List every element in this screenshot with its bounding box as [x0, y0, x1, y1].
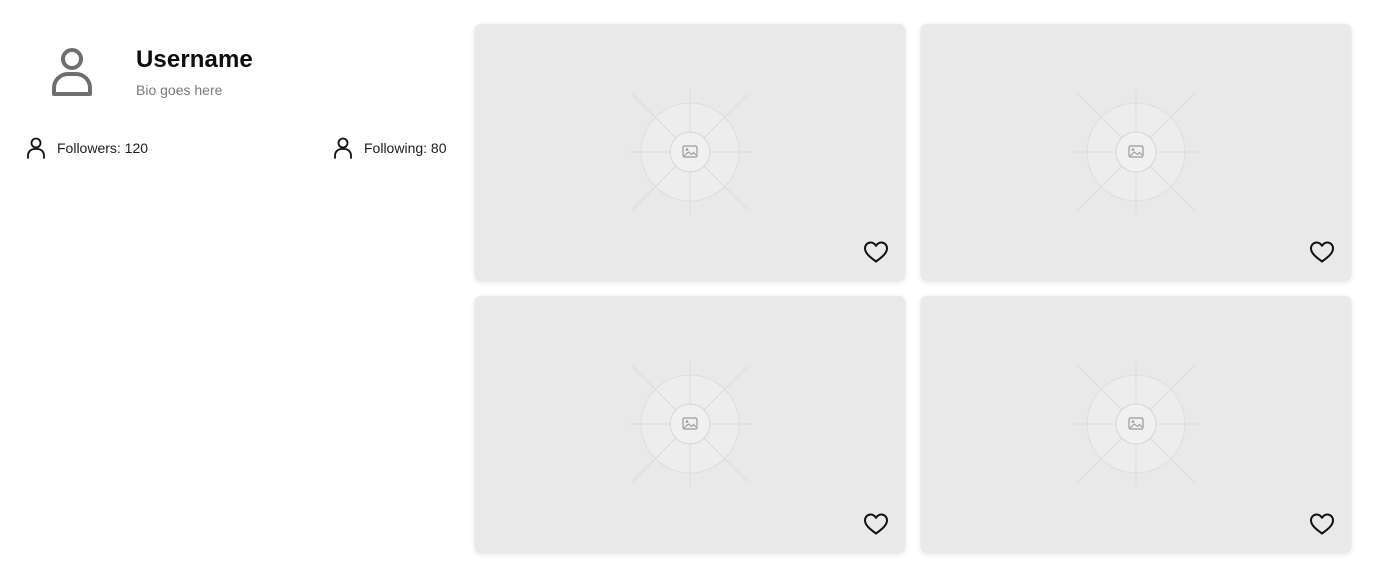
like-heart-icon[interactable]: [1309, 240, 1335, 264]
image-card[interactable]: [475, 296, 905, 552]
image-placeholder-icon: [620, 354, 760, 494]
image-placeholder-icon: [1066, 82, 1206, 222]
profile-panel: Username Bio goes here Followers: 120 Fo…: [0, 0, 470, 576]
image-card[interactable]: [475, 24, 905, 280]
image-card[interactable]: [921, 24, 1351, 280]
bio-text: Bio goes here: [136, 82, 223, 98]
following-stat[interactable]: Following: 80: [332, 136, 447, 160]
followers-stat[interactable]: Followers: 120: [25, 136, 148, 160]
username-heading: Username: [136, 46, 253, 73]
image-placeholder-icon: [1066, 354, 1206, 494]
like-heart-icon[interactable]: [863, 240, 889, 264]
image-card[interactable]: [921, 296, 1351, 552]
avatar-user-icon: [48, 46, 96, 98]
like-heart-icon[interactable]: [1309, 512, 1335, 536]
like-heart-icon[interactable]: [863, 512, 889, 536]
followers-label: Followers: 120: [57, 140, 149, 156]
profile-page: Username Bio goes here Followers: 120 Fo…: [0, 0, 1376, 576]
user-icon: [334, 137, 352, 159]
image-placeholder-icon: [620, 82, 760, 222]
following-label: Following: 80: [364, 140, 447, 156]
user-icon: [27, 137, 45, 159]
